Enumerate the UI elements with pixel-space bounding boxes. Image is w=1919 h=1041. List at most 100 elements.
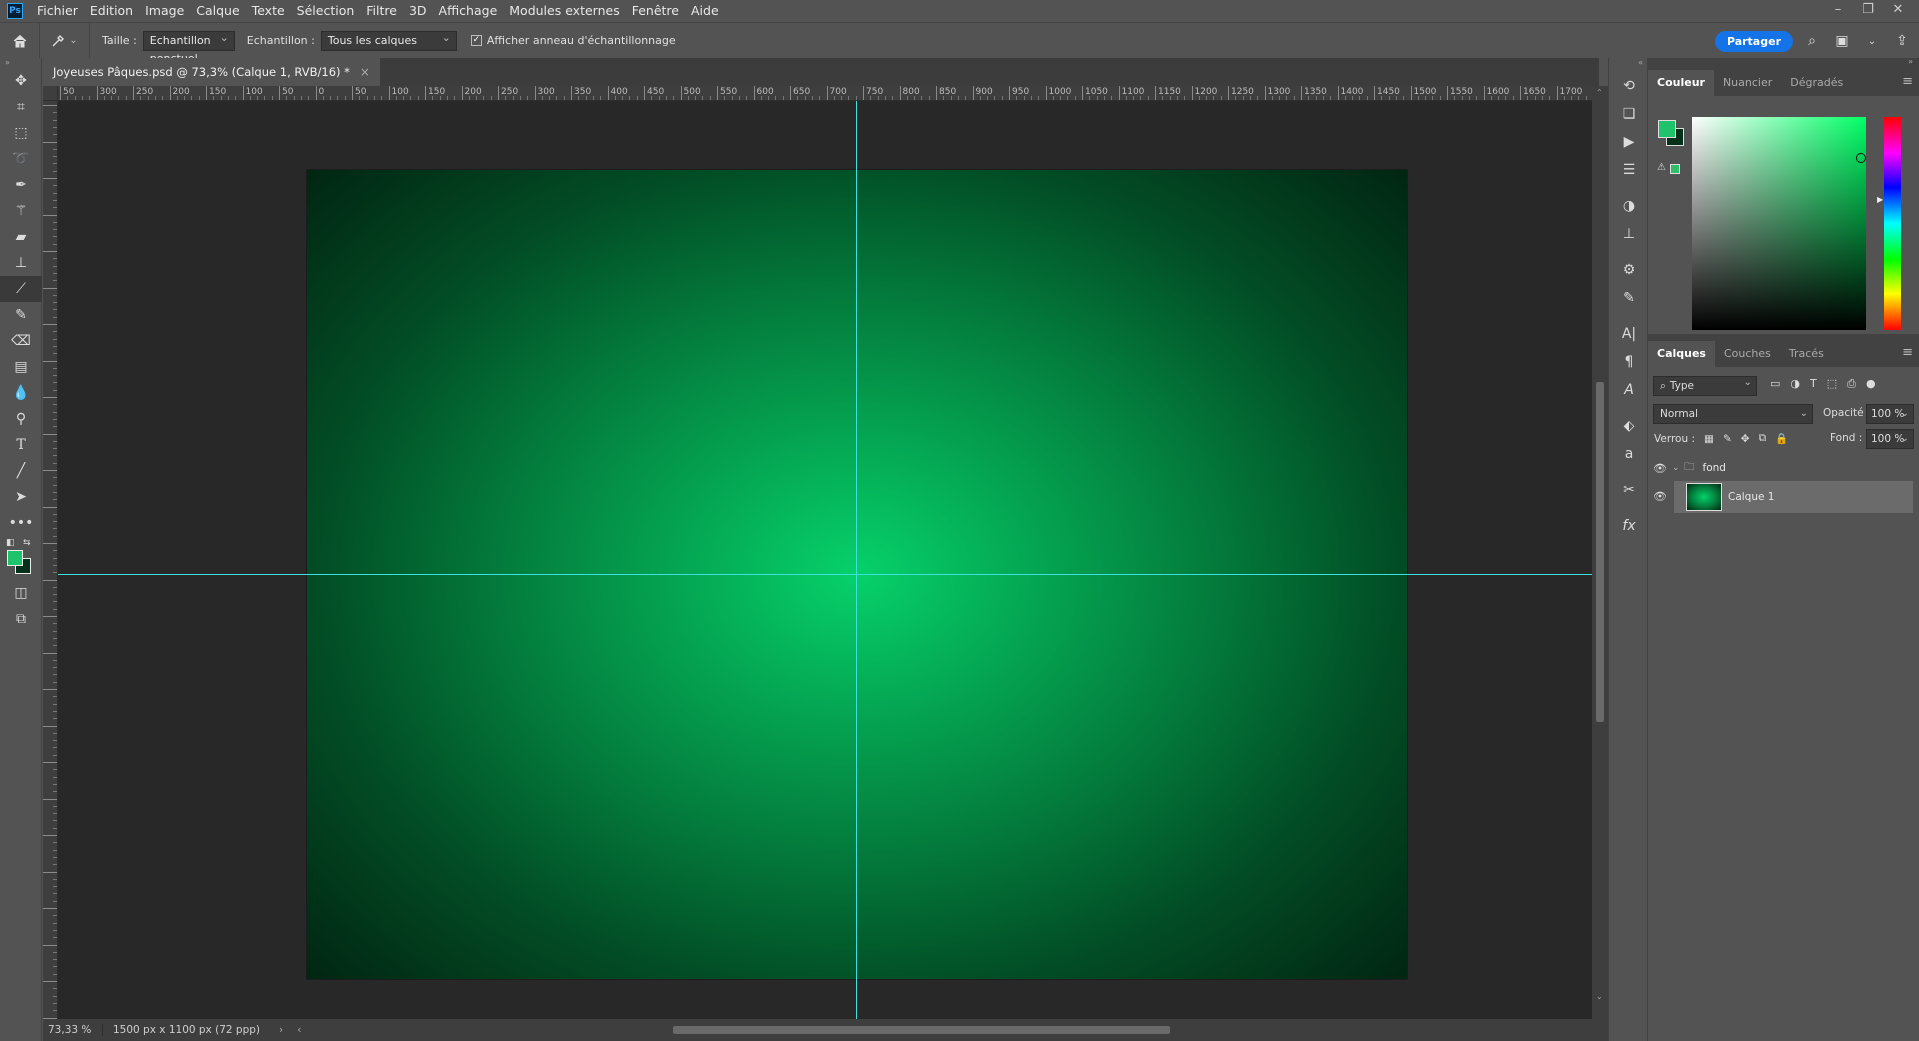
ruler-corner[interactable] [43, 86, 58, 101]
collapse-icon[interactable]: » [0, 58, 41, 68]
blend-mode-select[interactable]: Normal [1653, 404, 1813, 424]
menu-calque[interactable]: Calque [190, 0, 245, 22]
screen-mode-icon[interactable]: ⧉ [0, 606, 42, 632]
vertical-scroll-thumb[interactable] [1596, 382, 1604, 722]
home-button[interactable] [0, 22, 40, 59]
filter-adjustment-icon[interactable]: ◑ [1790, 377, 1800, 391]
close-icon[interactable]: ✕ [1883, 0, 1913, 20]
horizontal-scrollbar[interactable] [283, 1025, 1583, 1035]
hue-slider[interactable] [1884, 117, 1901, 330]
lock-pixels-icon[interactable]: ✎ [1723, 433, 1732, 445]
lock-artboard-icon[interactable]: ⧉ [1759, 432, 1767, 445]
menu-fenetre[interactable]: Fenêtre [626, 0, 685, 22]
foreground-color-swatch[interactable] [7, 550, 23, 566]
layer-row[interactable]: Calque 1 [1674, 481, 1913, 513]
restore-icon[interactable]: ❐ [1853, 0, 1883, 20]
gamut-color-swatch[interactable] [1670, 164, 1680, 174]
visibility-eye-icon[interactable]: 👁 [1648, 490, 1672, 503]
sample-select[interactable]: Tous les calques [320, 29, 457, 51]
layer-filter-select[interactable]: ⌕ Type [1653, 376, 1757, 396]
sampling-ring-checkbox[interactable]: ✓ Afficher anneau d'échantillonnage [470, 34, 676, 47]
lock-position-icon[interactable]: ✥ [1741, 433, 1750, 445]
gamut-warning-icon[interactable]: ⚠ [1657, 162, 1666, 173]
filter-type-icon[interactable]: T [1810, 377, 1817, 391]
menu-image[interactable]: Image [139, 0, 190, 22]
layer-comps-icon[interactable]: ❏ [1609, 100, 1649, 128]
zoom-level[interactable]: 73,33 % [43, 1024, 103, 1036]
tab-couches[interactable]: Couches [1715, 341, 1780, 367]
tab-traces[interactable]: Tracés [1780, 341, 1833, 367]
tool-presets-icon[interactable]: ✂ [1609, 476, 1649, 504]
filter-pixel-icon[interactable]: ▭ [1770, 377, 1780, 391]
marquee-tool-icon[interactable]: ⬚ [0, 120, 42, 146]
default-colors-icon[interactable]: ◧ [6, 538, 15, 548]
menu-modules-externes[interactable]: Modules externes [503, 0, 625, 22]
swap-colors-icon[interactable]: ⇆ [23, 538, 31, 548]
clone-source-icon[interactable]: ⊥ [1609, 220, 1649, 248]
vertical-guide[interactable] [856, 101, 857, 1019]
quick-mask-icon[interactable]: ◫ [0, 580, 42, 606]
menu-affichage[interactable]: Affichage [433, 0, 504, 22]
ruler-vertical[interactable] [43, 101, 58, 1019]
move-tool-icon[interactable]: ✥ [0, 68, 42, 94]
foreground-color-swatch[interactable] [1658, 120, 1676, 138]
menu-texte[interactable]: Texte [246, 0, 291, 22]
eraser-tool-icon[interactable]: ⌫ [0, 328, 42, 354]
magic-wand-tool-icon[interactable]: ⚚ [0, 198, 42, 224]
layer-styles-fx-icon[interactable]: fx [1609, 512, 1649, 540]
adjustments-icon[interactable]: ☰ [1609, 156, 1649, 184]
filter-toggle-icon[interactable]: ● [1866, 377, 1876, 391]
pen-tool-icon[interactable]: ✒ [0, 172, 42, 198]
panel-menu-icon[interactable]: ≡ [1902, 345, 1913, 360]
tool-preset-picker[interactable]: ⌄ [40, 22, 90, 59]
vertical-scrollbar[interactable]: ⌃ ⌄ [1592, 86, 1608, 1019]
tab-calques[interactable]: Calques [1648, 341, 1715, 367]
opacity-input[interactable]: 100 % [1866, 404, 1914, 424]
canvas-area[interactable] [58, 101, 1592, 1019]
color-field[interactable] [1692, 117, 1866, 330]
scroll-down-icon[interactable]: ⌄ [1596, 992, 1603, 1001]
tab-nuancier[interactable]: Nuancier [1714, 70, 1781, 96]
type-tool-icon[interactable]: T [0, 432, 42, 458]
horizontal-guide[interactable] [58, 574, 1592, 575]
horizontal-scroll-thumb[interactable] [673, 1026, 1170, 1034]
minimize-icon[interactable]: – [1823, 0, 1853, 20]
paragraph-icon[interactable]: ¶ [1609, 348, 1649, 376]
actions-play-icon[interactable]: ▶ [1609, 128, 1649, 156]
lock-all-icon[interactable]: 🔒 [1775, 432, 1788, 445]
menu-filtre[interactable]: Filtre [360, 0, 403, 22]
gradient-tool-icon[interactable]: ▤ [0, 354, 42, 380]
visibility-eye-icon[interactable]: 👁 [1648, 462, 1672, 475]
brush-tool-icon[interactable]: ✎ [0, 302, 42, 328]
line-tool-icon[interactable]: ╱ [0, 458, 42, 484]
brushes-icon[interactable]: ✎ [1609, 284, 1649, 312]
paths-icon[interactable]: ⬖ [1609, 412, 1649, 440]
character-icon[interactable]: A| [1609, 320, 1649, 348]
dodge-tool-icon[interactable]: ⚲ [0, 406, 42, 432]
path-selection-tool-icon[interactable]: ➤ [0, 484, 42, 510]
lock-transparency-icon[interactable]: ▦ [1704, 433, 1714, 445]
filter-shape-icon[interactable]: ⬚ [1827, 377, 1837, 391]
menu-3d[interactable]: 3D [403, 0, 433, 22]
layer-group-row[interactable]: 👁 ⌄ 🗀 fond [1648, 457, 1913, 479]
tab-degrades[interactable]: Dégradés [1781, 70, 1852, 96]
glyphs-icon[interactable]: A [1609, 376, 1649, 404]
chevron-down-icon[interactable]: ⌄ [1861, 36, 1883, 47]
hue-marker-icon[interactable]: ▶ [1877, 195, 1883, 204]
stamp-tool-icon[interactable]: ⊥ [0, 250, 42, 276]
scroll-up-icon[interactable]: ⌃ [1596, 88, 1603, 97]
close-tab-icon[interactable]: × [360, 65, 370, 79]
share-button[interactable]: Partager [1714, 30, 1793, 52]
menu-edition[interactable]: Edition [84, 0, 139, 22]
crop-tool-icon[interactable]: ⌗ [0, 94, 42, 120]
lasso-tool-icon[interactable]: ➰ [0, 146, 42, 172]
more-tools-icon[interactable]: ••• [0, 510, 42, 536]
eyedropper-tool-icon[interactable]: ⟋ [0, 276, 42, 302]
collapse-icon[interactable]: « [1609, 58, 1647, 72]
fill-input[interactable]: 100 % [1866, 429, 1914, 449]
properties-icon[interactable]: ⚙ [1609, 256, 1649, 284]
workspace-icon[interactable]: ▣ [1831, 33, 1853, 49]
tab-couleur[interactable]: Couleur [1648, 70, 1714, 96]
share-export-icon[interactable]: ⇪ [1891, 33, 1913, 49]
collapse-icon[interactable]: » [1908, 57, 1913, 66]
